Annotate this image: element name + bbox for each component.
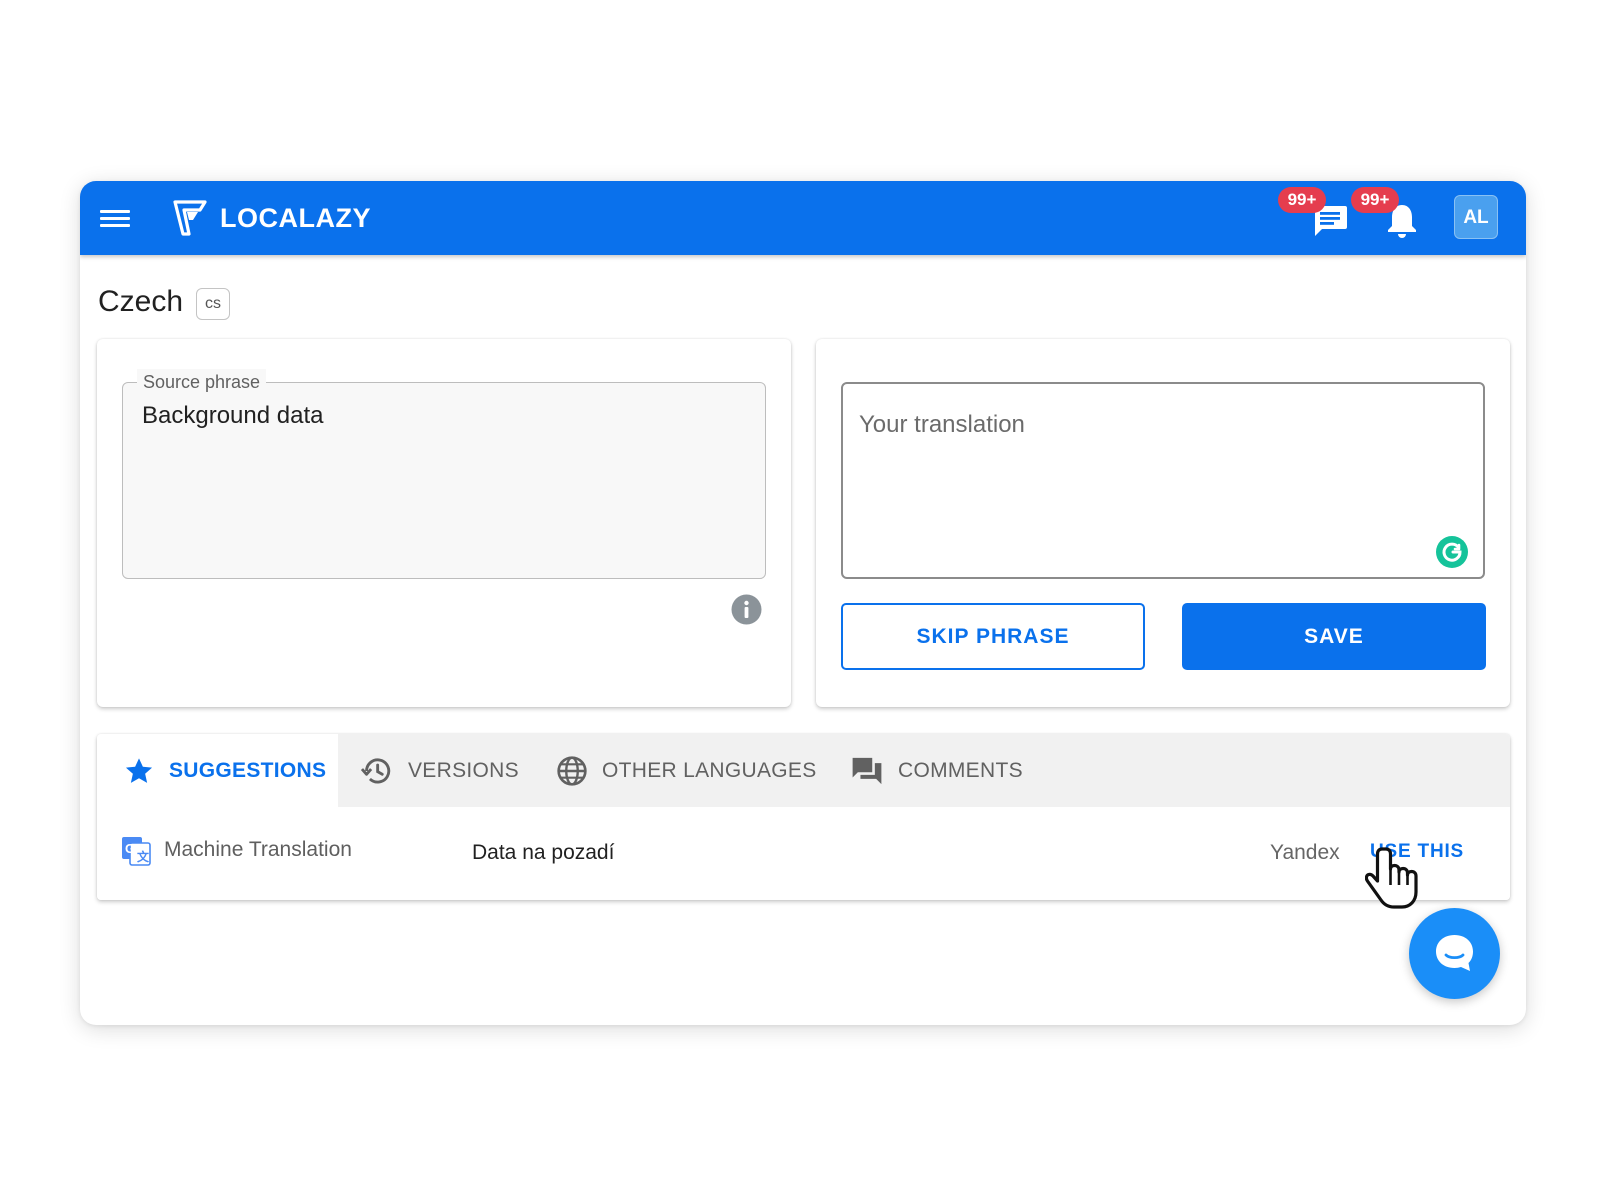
suggestion-provider: Yandex [1270, 841, 1340, 864]
tab-versions-label: VERSIONS [408, 758, 519, 782]
tabs-bar: SUGGESTIONS VERSIONS OTHER LANGUAGES COM… [97, 734, 1510, 807]
translation-field [841, 382, 1485, 579]
history-icon [360, 757, 391, 784]
app-window: LOCALAZY 99+ 99+ AL Czech cs Source phra… [80, 181, 1526, 1025]
chat-bubble-icon [1436, 935, 1473, 971]
info-icon[interactable] [731, 594, 762, 625]
tab-suggestions[interactable]: SUGGESTIONS [97, 734, 338, 807]
grammarly-icon[interactable] [1435, 535, 1469, 569]
suggestion-source-label: Machine Translation [164, 838, 352, 861]
tab-comments[interactable]: COMMENTS [850, 734, 1023, 807]
tab-suggestions-label: SUGGESTIONS [169, 758, 327, 782]
translation-input[interactable] [859, 410, 1419, 440]
suggestion-row: G 文 Machine Translation Data na pozadí Y… [97, 807, 1510, 900]
hamburger-menu-icon[interactable] [98, 203, 132, 233]
messages-badge: 99+ [1278, 187, 1326, 213]
globe-icon [557, 755, 587, 786]
language-code-badge: cs [196, 288, 230, 320]
suggestion-text: Data na pozadí [472, 841, 615, 864]
source-phrase-field: Source phrase Background data [122, 369, 766, 579]
top-bar: LOCALAZY 99+ 99+ AL [80, 181, 1526, 255]
chat-fab-button[interactable] [1409, 908, 1500, 999]
source-phrase-text: Background data [142, 402, 324, 429]
localazy-logo-icon [173, 200, 207, 236]
notifications-badge: 99+ [1351, 187, 1399, 213]
comments-icon [852, 757, 882, 784]
source-phrase-card: Source phrase Background data [97, 339, 791, 707]
tab-other-languages-label: OTHER LANGUAGES [602, 758, 817, 782]
source-phrase-label: Source phrase [137, 369, 267, 395]
skip-phrase-button[interactable]: SKIP PHRASE [841, 603, 1145, 670]
translation-card: SKIP PHRASE SAVE [816, 339, 1510, 707]
tab-comments-label: COMMENTS [898, 758, 1023, 782]
google-translate-icon: G 文 [122, 837, 151, 866]
svg-text:文: 文 [137, 849, 150, 864]
svg-text:G: G [125, 841, 135, 856]
language-title: Czech [98, 285, 184, 318]
user-avatar[interactable]: AL [1454, 195, 1498, 239]
brand-name[interactable]: LOCALAZY [220, 203, 371, 233]
suggestions-panel: SUGGESTIONS VERSIONS OTHER LANGUAGES COM… [97, 734, 1510, 900]
tab-other-languages[interactable]: OTHER LANGUAGES [556, 734, 817, 807]
star-icon [125, 757, 153, 783]
save-button[interactable]: SAVE [1182, 603, 1486, 670]
tab-versions[interactable]: VERSIONS [360, 734, 519, 807]
use-this-button[interactable]: USE THIS [1370, 841, 1464, 863]
